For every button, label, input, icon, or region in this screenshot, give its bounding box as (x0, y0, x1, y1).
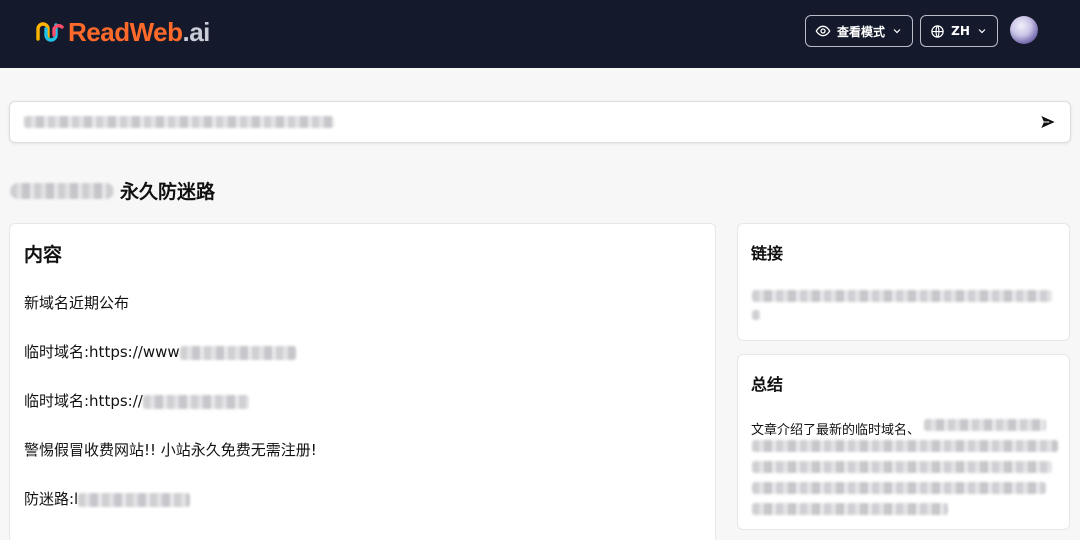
page-title: 永久防迷路 (10, 176, 215, 204)
redacted-title (10, 180, 114, 200)
summary-card: 总结 文章介绍了最新的临时域名、 (737, 354, 1070, 530)
readweb-logo-icon (36, 22, 64, 42)
content-line: 新域名近期公布 (24, 294, 130, 312)
redacted-domain (78, 492, 191, 507)
redacted-summary (752, 461, 1052, 473)
logo[interactable]: ReadWeb.ai (34, 16, 210, 48)
language-label: ZH (951, 24, 970, 38)
content-line: 防迷路:l (24, 488, 191, 509)
redacted-summary (752, 440, 1058, 452)
redacted-link[interactable] (752, 290, 1052, 302)
links-card: 链接 (737, 223, 1070, 341)
url-input[interactable] (9, 101, 1071, 143)
redacted-summary (752, 503, 948, 515)
summary-heading: 总结 (751, 375, 784, 394)
chevron-down-icon (978, 29, 986, 34)
view-mode-button[interactable]: 查看模式 (805, 15, 913, 47)
globe-icon (931, 24, 944, 38)
page-title-text: 永久防迷路 (120, 180, 216, 203)
avatar[interactable] (1010, 16, 1038, 44)
language-button[interactable]: ZH (920, 15, 998, 47)
content-line: 临时域名:https://www (24, 341, 296, 362)
links-heading: 链接 (751, 244, 784, 263)
redacted-url (24, 116, 334, 128)
redacted-domain (179, 345, 296, 360)
content-line: 警惕假冒收费网站!! 小站永久免费无需注册! (24, 441, 317, 459)
view-mode-label: 查看模式 (836, 24, 885, 39)
redacted-summary (924, 419, 1046, 431)
redacted-link[interactable] (752, 310, 760, 320)
chevron-down-icon (893, 29, 901, 34)
eye-icon (815, 25, 831, 37)
logo-text: ReadWeb.ai (68, 16, 210, 47)
content-card: 内容 新域名近期公布 临时域名:https://www 临时域名:https:/… (9, 223, 716, 540)
redacted-domain (142, 394, 249, 409)
redacted-summary (752, 482, 1046, 494)
send-icon[interactable] (1040, 114, 1056, 130)
top-bar: ReadWeb.ai 查看模式 ZH (0, 0, 1080, 68)
content-line: 临时域名:https:// (24, 390, 249, 411)
summary-text: 文章介绍了最新的临时域名、 (751, 423, 921, 438)
content-heading: 内容 (24, 244, 63, 266)
